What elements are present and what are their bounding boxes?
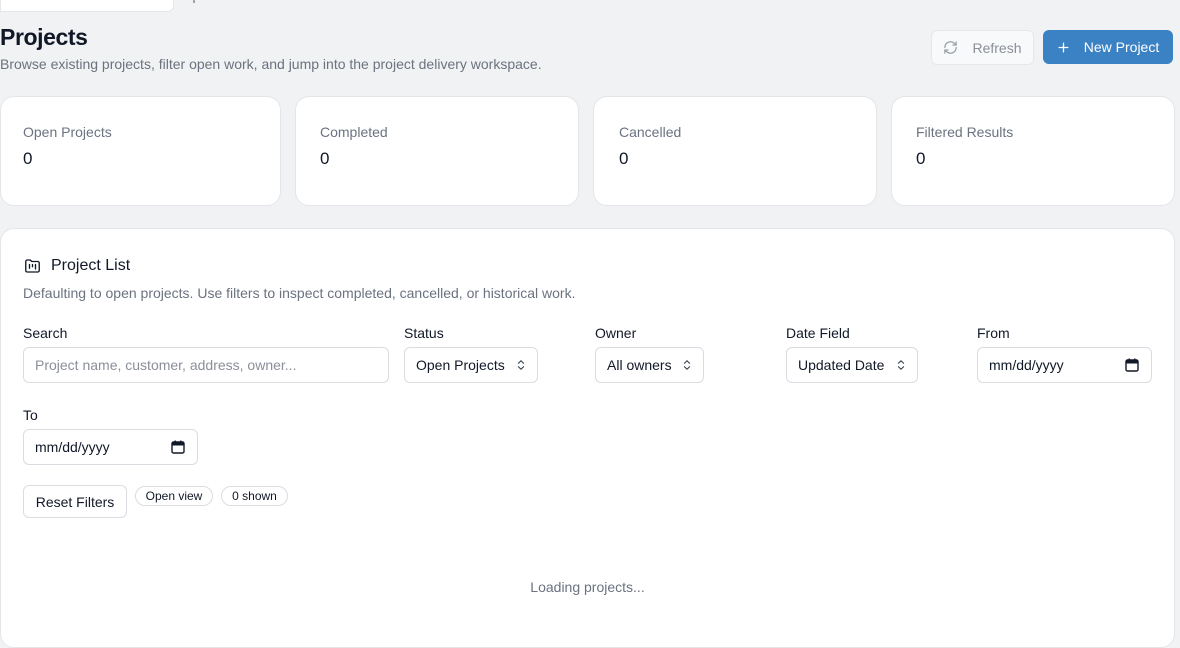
to-date-value: mm/dd/yyyy bbox=[35, 439, 110, 455]
project-list-title: Project List bbox=[51, 257, 131, 274]
status-select-value: Open Projects bbox=[416, 357, 505, 373]
owner-select[interactable]: All owners bbox=[595, 347, 704, 383]
to-date-input[interactable]: mm/dd/yyyy bbox=[23, 429, 198, 465]
search-input[interactable] bbox=[35, 357, 377, 373]
stat-value: 0 bbox=[320, 149, 330, 168]
view-badge: Open view bbox=[135, 486, 213, 506]
refresh-button-label: Refresh bbox=[972, 39, 1022, 56]
chevron-up-down-icon bbox=[683, 360, 691, 370]
folder-kanban-icon bbox=[25, 259, 40, 273]
date-field-label: Date Field bbox=[786, 325, 850, 341]
project-list-header: Project List bbox=[23, 257, 130, 275]
stat-label: Cancelled bbox=[619, 124, 682, 140]
top-tab-strip bbox=[0, 0, 174, 12]
stat-value: 0 bbox=[23, 149, 33, 168]
page-title: Projects bbox=[0, 24, 88, 50]
stat-card-cancelled: Cancelled 0 bbox=[593, 96, 877, 206]
from-date-input[interactable]: mm/dd/yyyy bbox=[977, 347, 1152, 383]
new-project-button-label: New Project bbox=[1083, 39, 1160, 55]
loading-indicator: Loading projects... bbox=[530, 579, 645, 595]
from-label: From bbox=[977, 325, 1010, 341]
project-list-description: Defaulting to open projects. Use filters… bbox=[23, 285, 576, 301]
status-select[interactable]: Open Projects bbox=[404, 347, 538, 383]
chevron-up-down-icon bbox=[517, 360, 525, 370]
refresh-icon bbox=[944, 41, 958, 54]
plus-icon bbox=[1058, 42, 1069, 52]
calendar-icon[interactable] bbox=[171, 440, 185, 454]
search-label: Search bbox=[23, 325, 68, 341]
stat-card-completed: Completed 0 bbox=[295, 96, 579, 206]
new-project-button[interactable]: New Project bbox=[1043, 30, 1173, 64]
from-date-value: mm/dd/yyyy bbox=[989, 357, 1064, 373]
owner-select-value: All owners bbox=[607, 357, 672, 373]
reset-filters-button[interactable]: Reset Filters bbox=[23, 485, 127, 518]
stat-label: Filtered Results bbox=[916, 124, 1014, 140]
stat-value: 0 bbox=[916, 149, 926, 168]
count-badge: 0 shown bbox=[221, 486, 288, 506]
stat-label: Completed bbox=[320, 124, 388, 140]
top-tab-mark bbox=[193, 0, 195, 3]
owner-label: Owner bbox=[595, 325, 637, 341]
refresh-button[interactable]: Refresh bbox=[931, 30, 1034, 65]
to-label: To bbox=[23, 407, 38, 423]
status-label: Status bbox=[404, 325, 444, 341]
stat-label: Open Projects bbox=[23, 124, 112, 140]
stat-card-open-projects: Open Projects 0 bbox=[0, 96, 281, 206]
search-field bbox=[23, 347, 389, 383]
date-field-select[interactable]: Updated Date bbox=[786, 347, 918, 383]
project-list-card: Project List Defaulting to open projects… bbox=[0, 228, 1175, 648]
date-field-select-value: Updated Date bbox=[798, 357, 885, 373]
chevron-up-down-icon bbox=[897, 360, 905, 370]
calendar-icon[interactable] bbox=[1125, 358, 1139, 372]
stat-card-filtered-results: Filtered Results 0 bbox=[891, 96, 1175, 206]
page-subtitle: Browse existing projects, filter open wo… bbox=[0, 56, 542, 72]
stat-value: 0 bbox=[619, 149, 629, 168]
